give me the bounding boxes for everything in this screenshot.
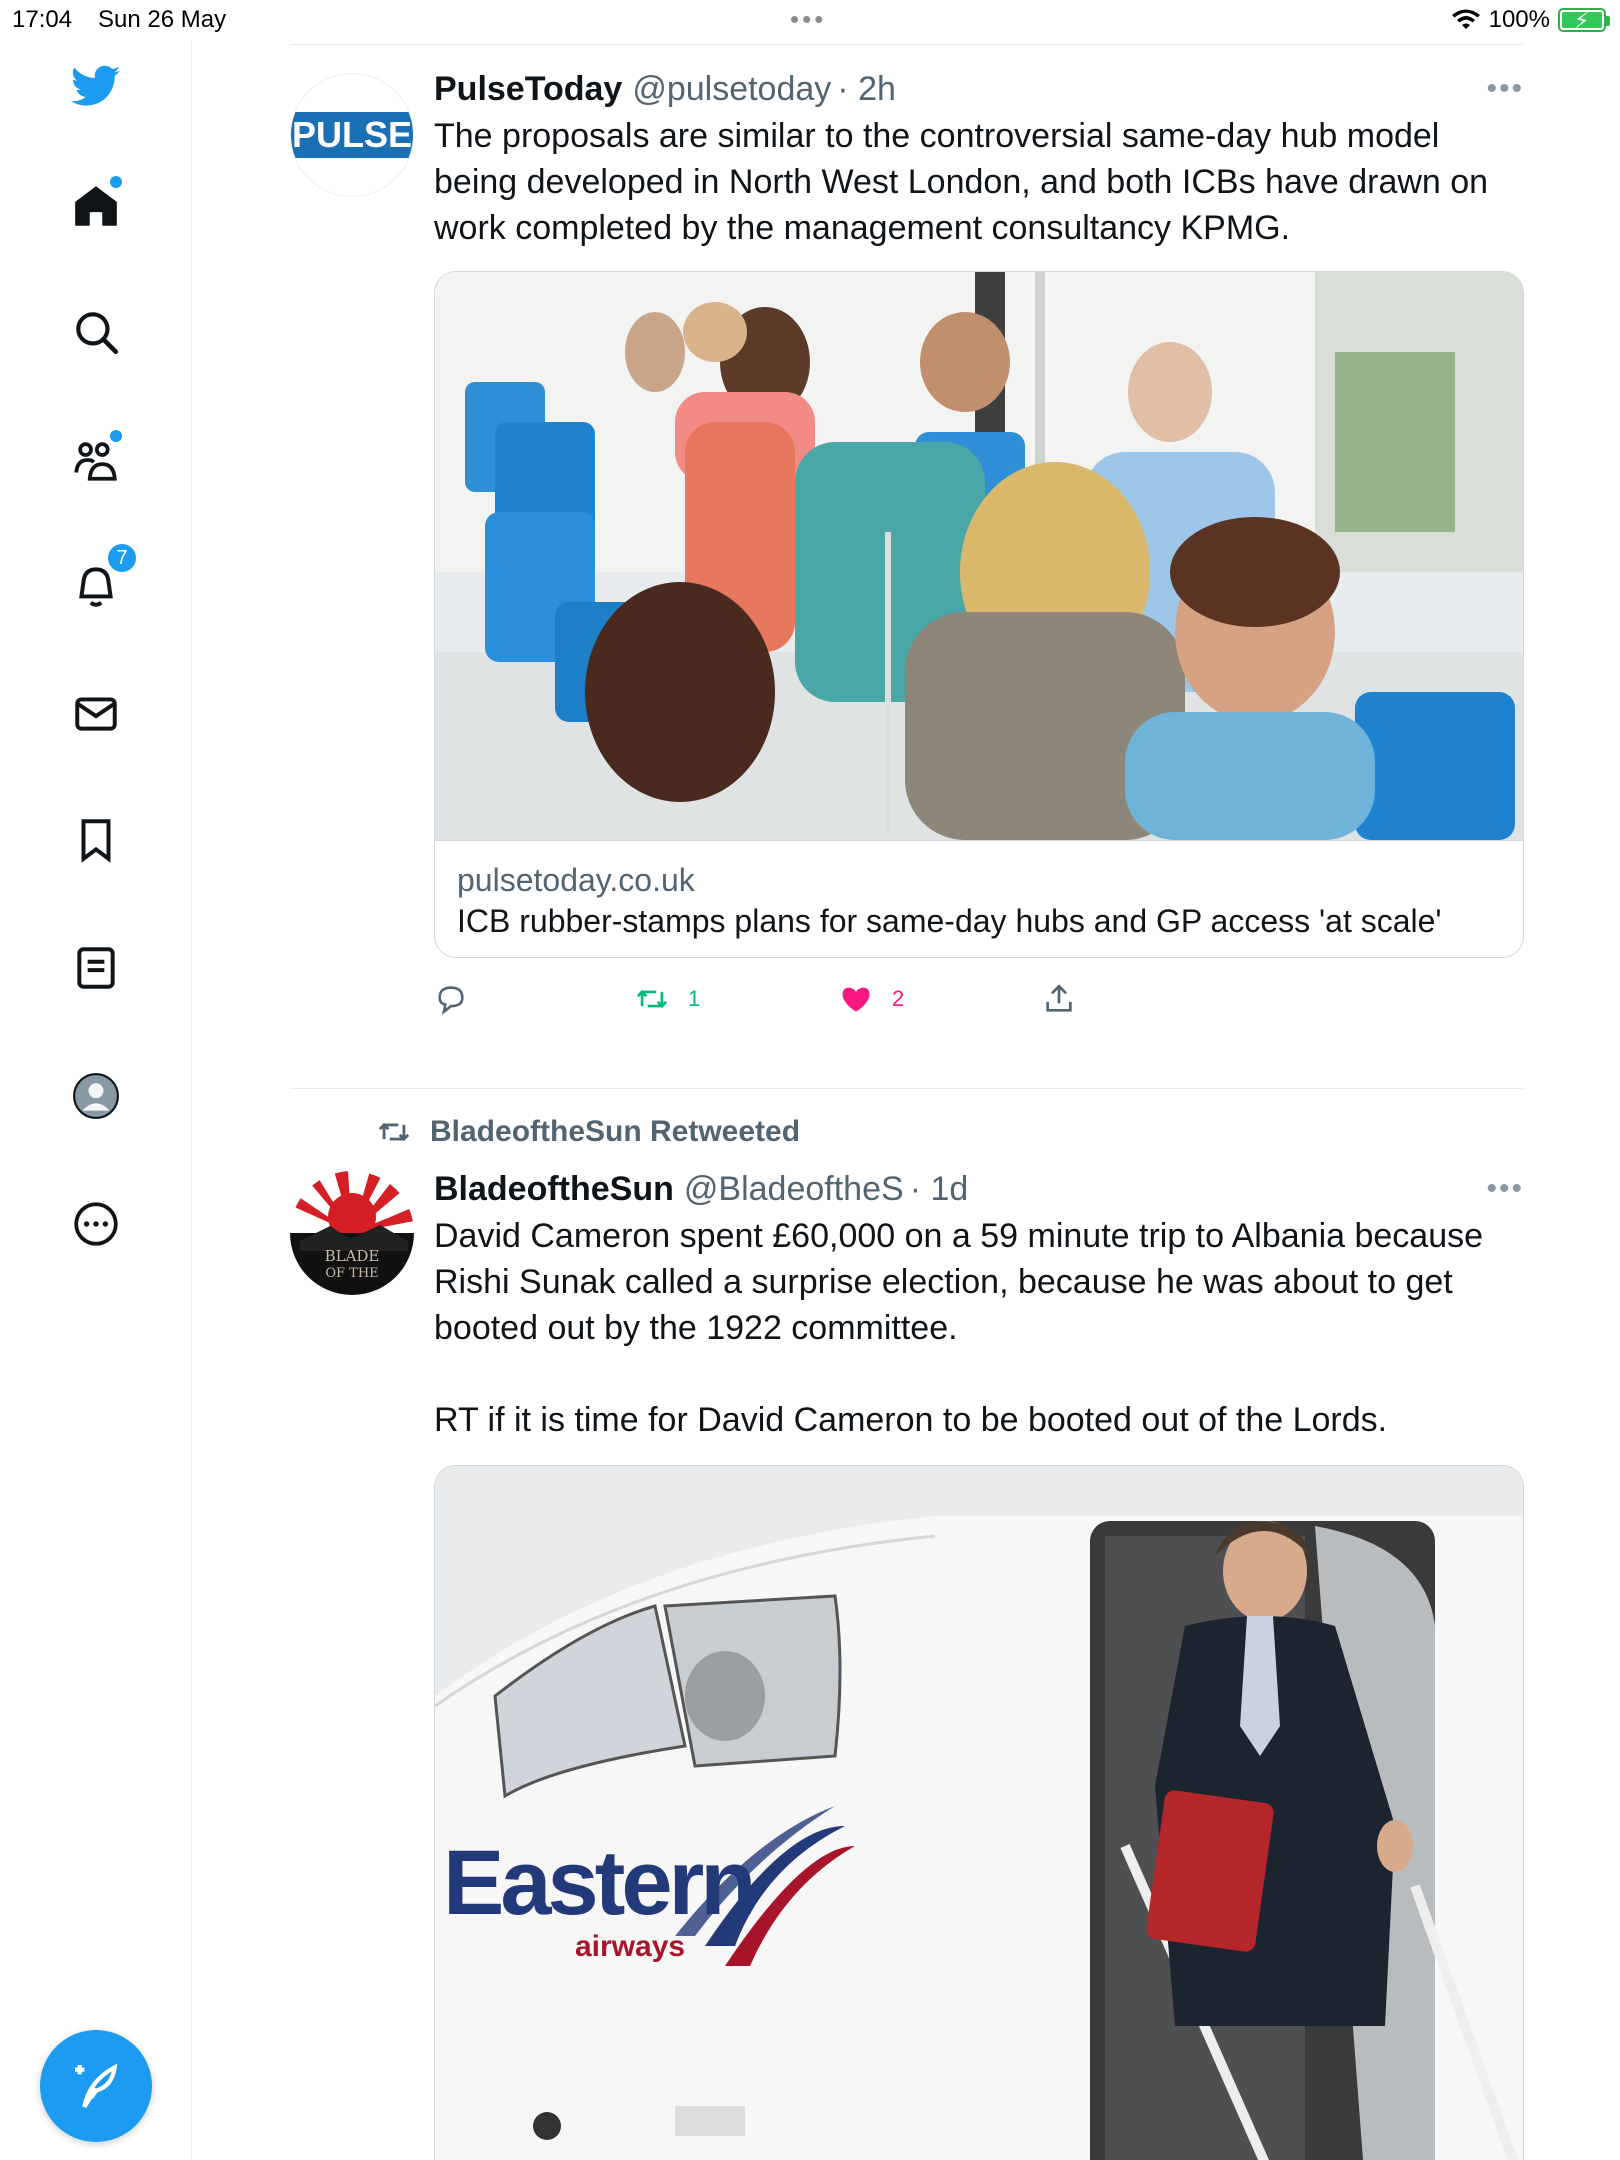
retweet-count: 1 (688, 986, 701, 1011)
svg-text:OF THE: OF THE (325, 1266, 378, 1281)
like-button[interactable]: 2 (838, 982, 904, 1016)
avatar[interactable]: PULSE (290, 73, 414, 197)
compose-tweet-button[interactable] (40, 2030, 152, 2142)
share-icon (1046, 984, 1072, 1012)
status-time: 17:04 (12, 6, 73, 33)
tweet-card[interactable]: PULSE PulseToday @pulsetoday · 2h ••• Th… (290, 45, 1524, 1088)
author-handle[interactable]: @pulsetoday (632, 67, 831, 111)
home-icon[interactable] (62, 172, 130, 240)
notifications-icon[interactable]: 7 (62, 542, 138, 620)
author-name[interactable]: BladeoftheSun (434, 1167, 674, 1211)
messages-icon[interactable] (62, 680, 130, 748)
multitasking-dots-icon[interactable]: ••• (790, 4, 826, 35)
timeline-feed: PULSE PulseToday @pulsetoday · 2h ••• Th… (290, 44, 1524, 2160)
status-bar: 17:04 Sun 26 May ••• 100% ⚡ (0, 0, 1620, 40)
tweet-card[interactable]: BladeoftheSun Retweeted BLADE OF THE Bla… (290, 1089, 1524, 2160)
retweet-icon (636, 990, 668, 1008)
tweet-text: David Cameron spent £60,000 on a 59 minu… (434, 1213, 1524, 1443)
status-date: Sun 26 May (98, 6, 227, 33)
home-unread-dot (110, 176, 122, 188)
airways-logo-text: airways (575, 1930, 685, 1963)
retweet-icon (378, 1122, 410, 1142)
airplane-photo: Eastern airways (435, 1466, 1523, 2160)
pulse-logo: PULSE (291, 112, 413, 158)
avatar-lettering: BLADE (325, 1247, 380, 1265)
link-card[interactable]: pulsetoday.co.uk ICB rubber-stamps plans… (434, 271, 1524, 958)
battery-percentage: 100% (1488, 6, 1550, 33)
link-card-title: ICB rubber-stamps plans for same-day hub… (457, 903, 1442, 939)
communities-icon[interactable] (62, 426, 130, 494)
tweet-text-paragraph-2: RT if it is time for David Cameron to be… (434, 1401, 1388, 1439)
like-count: 2 (892, 986, 905, 1011)
sidebar-nav: 7 (0, 40, 192, 2160)
heart-icon (842, 987, 870, 1012)
tweet-image[interactable]: Eastern airways (434, 1465, 1524, 2160)
share-button[interactable] (1042, 982, 1076, 1016)
communities-unread-dot (110, 430, 122, 442)
tweet-time[interactable]: · 2h (837, 67, 896, 111)
reply-button[interactable] (434, 982, 468, 1016)
more-options-icon[interactable]: ••• (1486, 1167, 1524, 1211)
blade-of-the-sun-avatar: BLADE OF THE (290, 1171, 414, 1295)
tweet-time[interactable]: · 1d (910, 1167, 969, 1211)
avatar[interactable]: BLADE OF THE (290, 1171, 414, 1295)
notifications-badge: 7 (106, 542, 138, 574)
tweet-header: PulseToday @pulsetoday · 2h ••• (434, 67, 1524, 111)
search-icon[interactable] (62, 298, 130, 366)
link-card-domain: pulsetoday.co.uk (457, 862, 695, 898)
wifi-icon (1451, 9, 1480, 29)
tweet-text: The proposals are similar to the controv… (434, 117, 1489, 247)
retweet-button[interactable]: 1 (634, 982, 700, 1016)
tweet-actions: 1 2 (434, 974, 1524, 1034)
twitter-logo-icon[interactable] (62, 52, 130, 120)
reply-icon (438, 986, 464, 1015)
tweet-text-paragraph-1: David Cameron spent £60,000 on a 59 minu… (434, 1217, 1484, 1347)
feather-plus-icon (75, 2063, 118, 2109)
profile-icon[interactable] (62, 1062, 130, 1130)
bookmarks-icon[interactable] (62, 806, 130, 874)
more-icon[interactable] (62, 1190, 130, 1258)
author-name[interactable]: PulseToday (434, 67, 622, 111)
retweeted-by-label[interactable]: BladeoftheSun Retweeted (374, 1115, 800, 1149)
author-handle[interactable]: @BladeoftheS (684, 1167, 904, 1211)
tweet-header: BladeoftheSun @BladeoftheS · 1d ••• (434, 1167, 1524, 1211)
waiting-room-photo (435, 272, 1523, 840)
more-options-icon[interactable]: ••• (1486, 67, 1524, 111)
lists-icon[interactable] (62, 934, 130, 1002)
battery-icon: ⚡ (1558, 8, 1610, 33)
